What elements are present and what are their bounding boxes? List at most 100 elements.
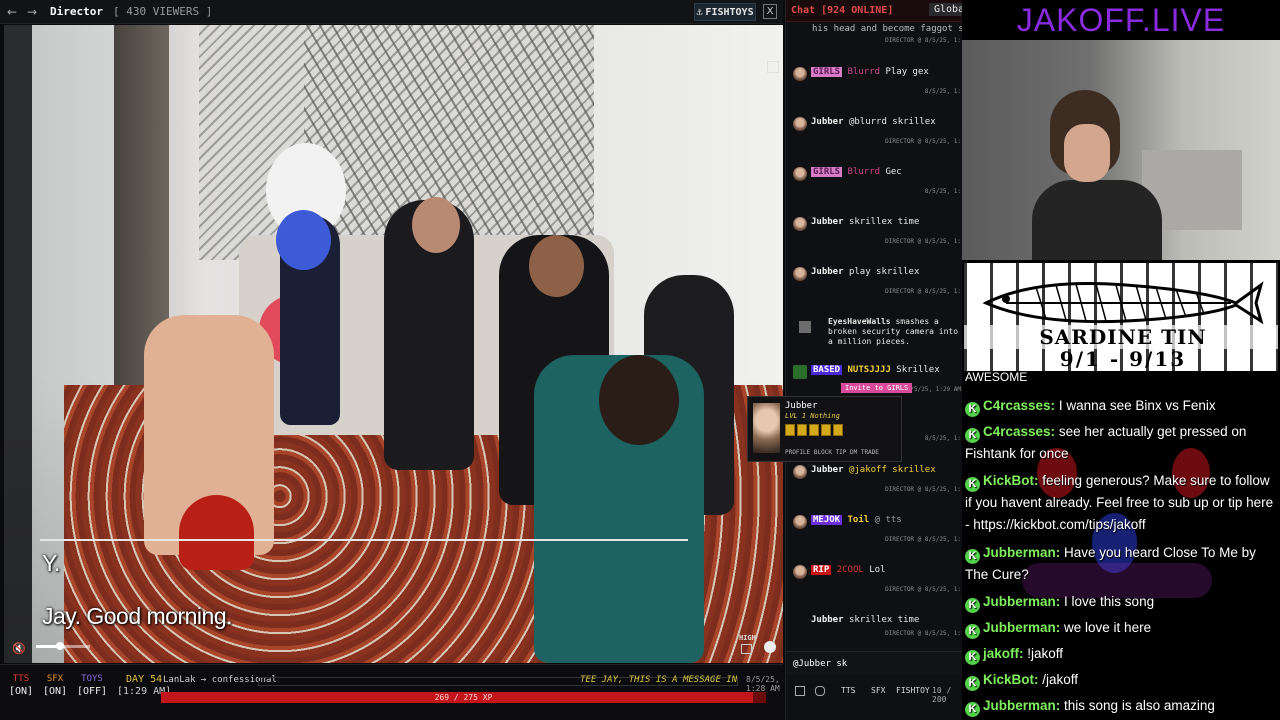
emote-icon[interactable]	[795, 686, 805, 696]
kick-icon: K	[965, 428, 980, 443]
webcam-feed	[962, 40, 1280, 260]
record-button[interactable]	[764, 641, 776, 653]
marquee-message[interactable]: TEE JAY, THIS IS A MESSAGE IN EN	[580, 675, 740, 685]
overlay-chat-line: K Jubberman: this song is also amazing	[965, 695, 1280, 717]
clan-tag[interactable]: RIP	[811, 565, 832, 575]
chat-text: @blurrd skrillex	[848, 117, 936, 127]
chat-event: EyesHaveWalls smashes a broken security …	[786, 316, 962, 346]
sardine-tin-banner: SARDINE TIN 9/1 - 9/13	[962, 261, 1280, 373]
avatar[interactable]	[793, 565, 807, 579]
fishtoy-button[interactable]: FISHTOY	[896, 686, 930, 695]
tts-toggle-state: [ON]	[8, 686, 34, 697]
chat-header: Chat [924 ONLINE] Global	[786, 0, 962, 22]
voice-icon[interactable]	[815, 686, 825, 696]
overlay-chat-text: !jakoff	[1027, 646, 1064, 661]
caption-divider	[40, 539, 688, 541]
overlay-chat-text: this song is also amazing	[1064, 698, 1215, 713]
chat-text: skrillex time	[848, 615, 920, 625]
feed-time: 8/5/25, 1:28 AM	[746, 675, 780, 693]
clan-tag[interactable]: GIRLS	[811, 67, 843, 77]
profile-card: Jubber LVL 1 Nothing PROFILE BLOCK TIP D…	[747, 396, 902, 462]
badge-icon	[797, 424, 807, 436]
chat-meta: 8/5/25, 1:	[924, 435, 961, 442]
overlay-chat-line: K Jubberman: Have you heard Close To Me b…	[965, 542, 1280, 586]
forward-arrow-icon[interactable]: →	[24, 5, 40, 19]
chat-username[interactable]: Jubber	[811, 615, 844, 625]
volume-slider[interactable]	[36, 642, 90, 650]
webcam-body	[1032, 180, 1162, 260]
overlay-chat-user: Jubberman:	[983, 545, 1061, 560]
chat-username[interactable]: Blurrd	[848, 67, 881, 77]
avatar[interactable]	[793, 117, 807, 131]
sfx-toggle-label: SFX	[46, 674, 64, 684]
video-player[interactable]	[4, 25, 783, 663]
chat-username[interactable]: Jubber	[811, 217, 844, 227]
mute-icon[interactable]: 🔇	[12, 642, 26, 656]
caption-line-1: Y.	[42, 550, 60, 576]
chat-username[interactable]: NUTSJJJJ	[848, 365, 891, 375]
scene-head-foreground	[599, 355, 679, 445]
kick-icon: K	[965, 477, 980, 492]
badge-icon	[785, 424, 795, 436]
clan-tag[interactable]: MEJOK	[811, 515, 843, 525]
kick-icon: K	[965, 598, 980, 613]
overlay-chat-user: KickBot:	[983, 672, 1039, 687]
badge-icon	[821, 424, 831, 436]
overlay-chat-user: jakoff:	[983, 646, 1024, 661]
avatar[interactable]	[793, 465, 807, 479]
chat-input[interactable]	[791, 656, 959, 672]
chat-message-body: BASED NUTSJJJJ Skrillex	[811, 365, 940, 375]
tts-button[interactable]: TTS	[841, 686, 855, 695]
sfx-button[interactable]: SFX	[871, 686, 885, 695]
avatar[interactable]	[793, 217, 807, 231]
close-button[interactable]: X	[763, 4, 777, 19]
profile-actions[interactable]: PROFILE BLOCK TIP DM TRADE	[785, 449, 879, 456]
avatar[interactable]	[793, 267, 807, 281]
overlay-chat-line: K KickBot: feeling generous? Make sure to…	[965, 470, 1280, 536]
clan-tag[interactable]: BASED	[811, 365, 843, 375]
avatar[interactable]	[793, 167, 807, 181]
xp-progress-text: 269 / 275 XP	[434, 693, 493, 702]
toys-toggle[interactable]: TOYS [OFF]	[76, 674, 108, 697]
chat-input-box[interactable]	[786, 651, 962, 675]
chat-text: Skrillex	[896, 365, 940, 375]
chat-text: Gec	[885, 167, 902, 177]
chat-tab-global[interactable]: Global	[929, 3, 962, 16]
chat-meta: DIRECTOR @ 8/5/25, 1:	[885, 37, 961, 44]
chat-username[interactable]: Toil	[848, 515, 870, 525]
sfx-toggle[interactable]: SFX [ON]	[42, 674, 68, 697]
chat-meta: DIRECTOR @ 8/5/25, 1:	[885, 238, 961, 245]
clan-tag[interactable]: GIRLS	[811, 167, 843, 177]
avatar[interactable]	[793, 67, 807, 81]
chat-username[interactable]: 2COOL	[837, 565, 864, 575]
quality-label[interactable]: HIGH	[739, 634, 756, 642]
fishtoys-button[interactable]: ⚓ FISHTOYS	[694, 3, 756, 21]
avatar[interactable]	[793, 515, 807, 529]
caption-line-2: Jay. Good morning.	[42, 603, 233, 629]
chat-message-body: Jubber skrillex time	[811, 615, 919, 625]
chat-meta: DIRECTOR @ 8/5/25, 1:	[885, 486, 961, 493]
back-arrow-icon[interactable]: ←	[4, 5, 20, 19]
event-user[interactable]: EyesHaveWalls	[828, 317, 891, 326]
chat-username[interactable]: Blurrd	[848, 167, 881, 177]
picture-in-picture-icon[interactable]	[741, 644, 752, 654]
overlay-chat-user: C4rcasses:	[983, 424, 1056, 439]
chat-username[interactable]: Jubber	[811, 267, 844, 277]
toys-toggle-label: TOYS	[81, 674, 103, 684]
chat-username[interactable]: Jubber	[811, 465, 844, 475]
avatar[interactable]	[793, 365, 807, 379]
event-body: EyesHaveWalls smashes a broken security …	[828, 317, 961, 347]
volume-knob[interactable]	[56, 642, 65, 650]
kick-icon: K	[965, 702, 980, 717]
overlay-chat-user: KickBot:	[983, 473, 1039, 488]
fullscreen-icon[interactable]	[767, 61, 779, 73]
fishtoys-label: FISHTOYS	[705, 6, 754, 18]
chat-meta: DIRECTOR @ 8/5/25, 1:	[885, 536, 961, 543]
chat-username[interactable]: Jubber	[811, 117, 844, 127]
overlay-chat-user: Jubberman:	[983, 698, 1061, 713]
brand-title: JAKOFF.LIVE	[1016, 2, 1226, 38]
invite-button[interactable]: Invite to GIRLS	[841, 383, 913, 393]
overlay-chat-text: /jakoff	[1042, 672, 1079, 687]
tts-toggle[interactable]: TTS [ON]	[8, 674, 34, 697]
chat-text: Lol	[869, 565, 886, 575]
